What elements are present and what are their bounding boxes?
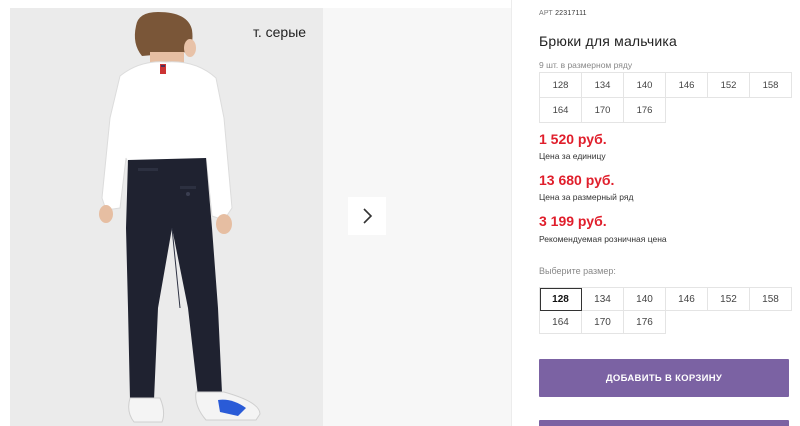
set-price-label: Цена за размерный ряд	[539, 192, 634, 202]
article-value: 22317111	[555, 10, 587, 17]
color-caption: т. серые	[253, 24, 307, 40]
size-range-cell: 164	[540, 98, 582, 123]
size-range-cell: 134	[582, 73, 624, 98]
gallery-next-button[interactable]	[348, 197, 386, 235]
size-option-128[interactable]: 128	[540, 288, 582, 311]
size-option-176[interactable]: 176	[624, 311, 666, 334]
product-title: Брюки для мальчика	[539, 33, 677, 49]
size-option-152[interactable]: 152	[708, 288, 750, 311]
chevron-right-icon	[363, 208, 373, 224]
retail-price-label: Рекомендуемая розничная цена	[539, 234, 667, 244]
size-range-table: 128 134 140 146 152 158 164 170 176	[539, 72, 792, 123]
size-option-134[interactable]: 134	[582, 288, 624, 311]
size-selector: 128 134 140 146 152 158 164 170 176	[539, 287, 792, 334]
size-option-140[interactable]: 140	[624, 288, 666, 311]
size-range-cell: 146	[666, 73, 708, 98]
size-option-170[interactable]: 170	[582, 311, 624, 334]
choose-size-label: Выберите размер:	[539, 266, 616, 276]
boy-in-trousers-image	[10, 8, 323, 426]
size-range-cell: 140	[624, 73, 666, 98]
unit-price-label: Цена за единицу	[539, 151, 606, 161]
size-option-146[interactable]: 146	[666, 288, 708, 311]
retail-price: 3 199 руб.	[539, 213, 607, 229]
size-range-cell: 176	[624, 98, 666, 123]
article-label: АРТ	[539, 10, 553, 17]
product-page: т. серые АРТ 22317111 Брюки для мальчика…	[0, 0, 800, 426]
divider	[511, 0, 512, 426]
size-range-cell: 152	[708, 73, 750, 98]
sizes-note: 9 шт. в размерном ряду	[539, 60, 633, 70]
add-to-cart-button[interactable]: ДОБАВИТЬ В КОРЗИНУ	[539, 359, 789, 397]
size-range-cell: 170	[582, 98, 624, 123]
size-option-158[interactable]: 158	[750, 288, 792, 311]
set-price: 13 680 руб.	[539, 172, 615, 188]
unit-price: 1 520 руб.	[539, 131, 607, 147]
size-option-164[interactable]: 164	[540, 311, 582, 334]
secondary-cart-button[interactable]	[539, 420, 789, 426]
size-range-cell: 128	[540, 73, 582, 98]
size-range-cell: 158	[750, 73, 792, 98]
article-number: АРТ 22317111	[539, 10, 587, 17]
product-photo[interactable]: т. серые	[10, 8, 323, 426]
